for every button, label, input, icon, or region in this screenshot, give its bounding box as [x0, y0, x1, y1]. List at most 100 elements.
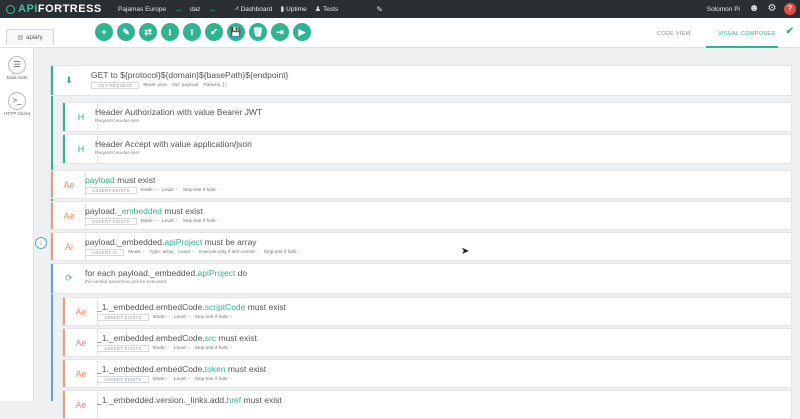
save-button[interactable]: 💾: [227, 23, 245, 41]
gear-icon[interactable]: ⚙: [766, 3, 778, 15]
type-badge: ASSERT EXISTS: [85, 218, 137, 225]
title-suffix: must exist: [245, 302, 287, 312]
export-button[interactable]: ⇥: [271, 23, 289, 41]
title-suffix: do: [235, 268, 248, 278]
sidebar-item-http-client[interactable]: >_ HTTP Client: [0, 92, 34, 117]
field-highlight: token: [204, 364, 226, 374]
logo-text-fortress: FORTRESS: [37, 3, 102, 15]
title-suffix: must exist: [114, 175, 156, 185]
title-prefix: payload._embedded.: [85, 237, 165, 247]
header-icon: H: [77, 112, 85, 122]
header-item-block[interactable]: H Header Authorization with value Bearer…: [62, 102, 792, 132]
arrow-right-icon: →: [208, 4, 217, 14]
assert-block[interactable]: Ae _1._embedded.embedCode.src must exist…: [62, 328, 792, 357]
field-highlight: apiProject: [197, 268, 236, 278]
sidebar-item-data-sets[interactable]: ☰ Data Sets: [0, 56, 34, 81]
add-button[interactable]: +: [95, 23, 113, 41]
block-subtitle: Request header item: [95, 119, 140, 124]
type-badge: GET REQUEST: [91, 82, 140, 89]
block-accent-bar: [63, 360, 65, 387]
for-each-block[interactable]: ⟳ for each payload._embedded.apiProject …: [50, 263, 792, 294]
block-accent-bar: [63, 391, 65, 418]
assert-block[interactable]: Ae _1._embedded.embedCode.scriptCode mus…: [62, 297, 792, 326]
assert-exists-icon: Ae: [63, 210, 75, 221]
title-suffix: must be array: [202, 237, 257, 247]
header-item-block[interactable]: H Header Accept with value application/j…: [62, 134, 792, 164]
user-name[interactable]: Solomon Pi: [707, 6, 740, 13]
info-icon[interactable]: i: [35, 237, 47, 249]
title-suffix: must exist: [225, 364, 267, 374]
block-accent-bar: [63, 329, 65, 356]
file-tab[interactable]: ▤ apiary: [6, 29, 54, 45]
block-title: payload._embedded.apiProject must be arr…: [85, 237, 257, 247]
nav-uptime-label: Uptime: [286, 5, 307, 13]
delete-button[interactable]: 🗑: [249, 23, 267, 41]
assert-block[interactable]: Ae payload must exist ASSERT EXISTS Mode…: [50, 170, 792, 199]
block-title: Header Authorization with value Bearer J…: [95, 107, 263, 117]
stop-value: Stop test if fails: -: [182, 188, 220, 193]
title-prefix: _1._embedded.embedCode.: [97, 333, 205, 343]
tab-visual-composer[interactable]: VISUAL COMPOSER: [718, 31, 775, 37]
tab-code-view[interactable]: CODE VIEW: [657, 31, 691, 37]
breadcrumb-company[interactable]: Pajamas Europe: [118, 6, 166, 13]
top-nav: ⩘ Dashboard ▮ Uptime ♟ Tests: [235, 5, 347, 13]
header-icon: H: [77, 144, 85, 154]
download-button[interactable]: ⭳: [161, 23, 179, 41]
block-accent-bar: [51, 233, 53, 260]
run-button[interactable]: ▶: [293, 23, 311, 41]
wrench-icon[interactable]: ✎: [376, 5, 383, 14]
upload-button[interactable]: ⭱: [183, 23, 201, 41]
chart-icon: ⩘: [234, 5, 239, 12]
block-title: payload must exist: [85, 175, 155, 185]
block-accent-bar: [51, 171, 53, 198]
assert-block[interactable]: Ai payload._embedded.apiProject must be …: [50, 232, 792, 261]
breadcrumb-project[interactable]: daz: [190, 6, 200, 13]
type-badge: ASSERT EXISTS: [97, 345, 149, 352]
stop-value: Stop test if fails: -: [194, 346, 232, 351]
mode-value: Mode: json: [143, 83, 167, 88]
block-meta: ASSERT EXISTS Mode: - Level: - Stop test…: [85, 187, 225, 194]
block-accent-bar: [51, 66, 53, 95]
validate-button[interactable]: ✔: [205, 23, 223, 41]
title-prefix: _1._embedded.version._links.add.: [97, 395, 227, 405]
toolbar-buttons: + ✎ ⇄ ⭳ ⭱ ✔ 💾 🗑 ⇥ ▶: [95, 23, 315, 41]
block-accent-bar: [51, 264, 53, 293]
block-title: _1._embedded.embedCode.scriptCode must e…: [97, 302, 286, 312]
title-suffix: must exist: [241, 395, 282, 405]
assert-block[interactable]: Ae payload._embedded must exist ASSERT E…: [50, 201, 792, 230]
level-value: Level: -: [161, 219, 178, 224]
mode-value: Mode: -: [140, 188, 157, 193]
logo[interactable]: API FORTRESS: [0, 3, 104, 15]
block-title: _1._embedded.version._links.add.href mus…: [97, 395, 282, 405]
block-title: GET to ${protocol}${domain}${basePath}${…: [91, 70, 289, 80]
swap-button[interactable]: ⇄: [139, 23, 157, 41]
nav-dashboard[interactable]: ⩘ Dashboard: [235, 5, 273, 13]
nav-dashboard-label: Dashboard: [240, 5, 273, 13]
file-tab-label: apiary: [26, 34, 43, 41]
block-accent-bar: [51, 202, 53, 229]
stop-value: Stop test if fails: -: [182, 219, 220, 224]
block-accent-bar: [63, 103, 65, 131]
assert-block[interactable]: Ae _1._embedded.embedCode.token must exi…: [62, 359, 792, 388]
block-meta: ASSERT IS Mode: - Type: array Level: - E…: [85, 249, 305, 256]
field-highlight: apiProject: [164, 237, 203, 247]
edit-button[interactable]: ✎: [117, 23, 135, 41]
title-prefix: _1._embedded.embedCode.: [97, 364, 205, 374]
logo-text-api: API: [18, 3, 38, 15]
block-title: _1._embedded.embedCode.token must exist: [97, 364, 266, 374]
file-icon: ▤: [17, 35, 24, 41]
sidebar-item-label: HTTP Client: [3, 112, 31, 117]
nav-tests[interactable]: ♟ Tests: [315, 5, 338, 14]
user-icon[interactable]: ☻: [748, 3, 760, 15]
var-value: Var: payload: [171, 83, 199, 88]
help-icon[interactable]: ?: [784, 3, 796, 15]
block-subtitle: Request header item: [95, 151, 140, 156]
title-prefix: payload.: [85, 206, 118, 216]
stop-value: Stop test if fails: -: [194, 315, 232, 320]
assert-block[interactable]: Ae _1._embedded.version._links.add.href …: [62, 390, 792, 419]
nav-uptime[interactable]: ▮ Uptime: [280, 5, 307, 14]
field-highlight: scriptCode: [204, 302, 246, 312]
get-request-block[interactable]: ⬇ GET to ${protocol}${domain}${basePath}…: [50, 65, 792, 96]
field-highlight: payload: [85, 175, 115, 185]
check-icon[interactable]: ✔: [786, 26, 794, 37]
